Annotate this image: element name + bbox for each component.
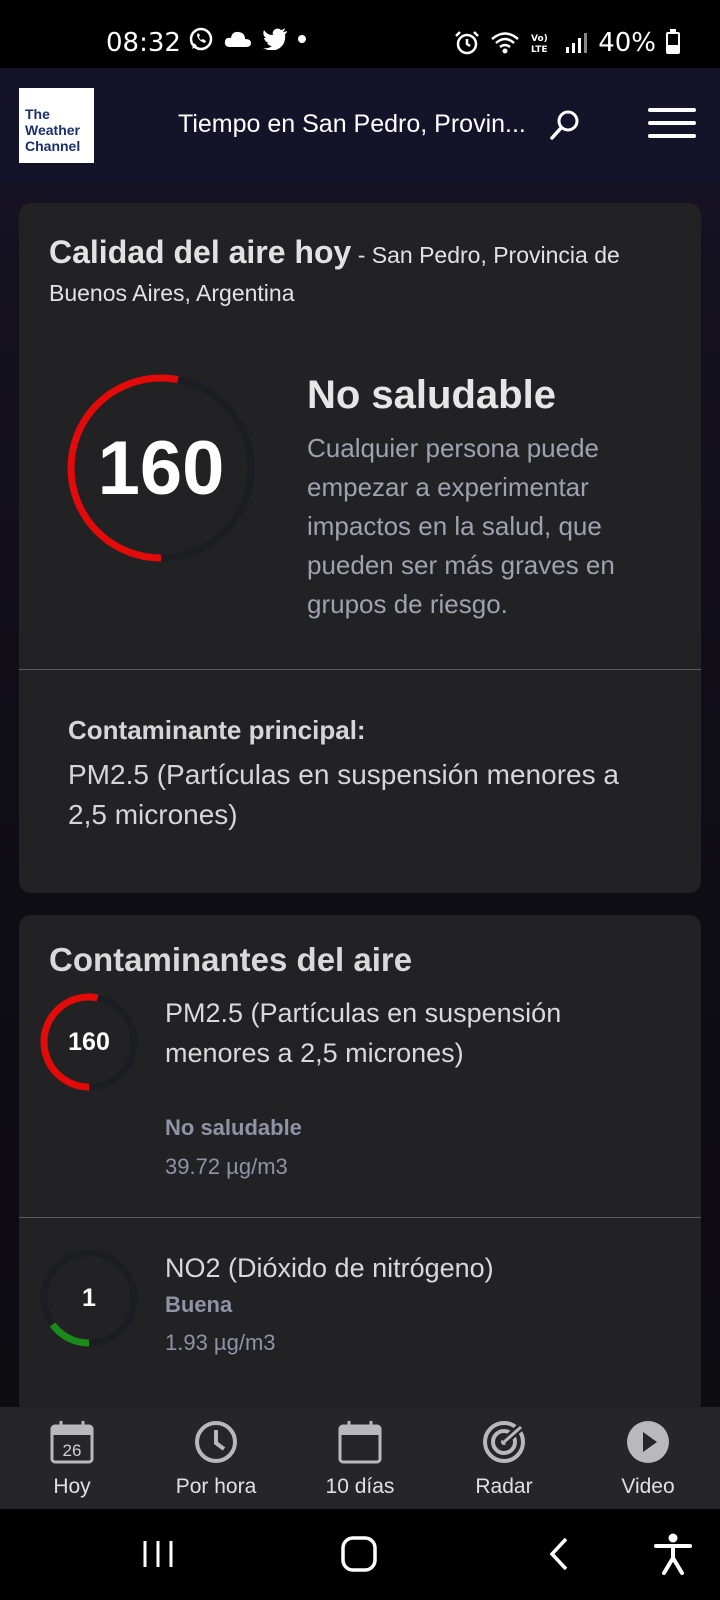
signal-icon <box>566 33 588 53</box>
pollutant-concentration: 1.93 µg/m3 <box>165 1330 276 1355</box>
notification-dot-icon <box>298 35 306 43</box>
recents-icon[interactable] <box>133 1529 183 1579</box>
alarm-icon <box>455 31 480 55</box>
aqi-value: 160 <box>97 425 225 511</box>
system-nav-bar <box>0 1509 720 1600</box>
back-icon[interactable] <box>535 1529 585 1579</box>
nav-video[interactable]: Video <box>588 1419 708 1499</box>
nav-radar-label: Radar <box>475 1475 533 1498</box>
wifi-icon <box>491 32 520 54</box>
air-quality-title: Calidad del aire hoy <box>49 234 352 270</box>
twitter-icon <box>263 28 287 50</box>
search-icon[interactable] <box>548 108 582 142</box>
principal-pollutant-label: Contaminante principal: <box>68 715 366 745</box>
principal-pollutant-value: PM2.5 (Partículas en suspensión menores … <box>68 759 619 830</box>
svg-text:Vo): Vo) <box>531 34 548 44</box>
pollutant-status: No saludable <box>165 1115 302 1140</box>
divider <box>19 1217 701 1218</box>
nav-today-label: Hoy <box>53 1475 91 1498</box>
nav-video-label: Video <box>621 1475 675 1498</box>
svg-text:LTE: LTE <box>531 45 548 55</box>
pollutant-name: NO2 (Dióxido de nitrógeno) <box>165 1253 494 1283</box>
pollutant-status: Buena <box>165 1292 233 1317</box>
volte-icon: Vo)LTE <box>531 34 548 55</box>
nav-hourly-label: Por hora <box>175 1475 257 1498</box>
play-icon <box>627 1421 669 1463</box>
status-time: 08:32 <box>106 28 181 58</box>
calendar-icon <box>338 1421 382 1464</box>
divider <box>19 669 701 670</box>
pollutant-name: PM2.5 (Partículas en suspensión menores … <box>165 998 562 1068</box>
nav-today[interactable]: 26 Hoy <box>12 1419 132 1499</box>
accessibility-icon[interactable] <box>648 1529 698 1579</box>
weather-channel-logo[interactable]: The Weather Channel <box>19 88 94 163</box>
aqi-status: No saludable <box>307 373 556 417</box>
app-header: The Weather Channel Tiempo en San Pedro,… <box>0 68 720 183</box>
nav-radar[interactable]: Radar <box>444 1419 564 1499</box>
pollutants-card: Contaminantes del aire 160 PM2.5 (Partíc… <box>19 915 701 1415</box>
clock-icon <box>195 1421 237 1463</box>
pollutants-title: Contaminantes del aire <box>49 941 413 978</box>
status-bar: 08:32 Vo) LTE 40% <box>0 0 720 68</box>
nav-10-days-label: 10 días <box>325 1475 395 1498</box>
aqi-description: Cualquier persona puede empezar a experi… <box>307 433 615 619</box>
hamburger-menu-icon[interactable] <box>648 108 696 142</box>
system-icons: Vo) LTE 40% <box>454 28 680 58</box>
pollutant-index: 160 <box>68 1027 110 1056</box>
pollutant-index: 1 <box>82 1283 96 1312</box>
cloud-icon <box>224 31 251 47</box>
pollutant-concentration: 39.72 µg/m3 <box>165 1154 288 1179</box>
radar-icon <box>483 1420 527 1463</box>
nav-hourly[interactable]: Por hora <box>156 1419 276 1499</box>
battery-icon <box>666 29 680 54</box>
calendar-today-icon: 26 <box>50 1421 94 1464</box>
calendar-day-number: 26 <box>63 1441 82 1460</box>
location-search-field[interactable]: Tiempo en San Pedro, Provin... <box>178 110 526 139</box>
air-quality-heading: Calidad del aire hoy - San Pedro, Provin… <box>49 233 669 312</box>
battery-percent: 40% <box>598 28 656 58</box>
notification-icons <box>188 26 306 52</box>
whatsapp-icon <box>189 27 213 51</box>
air-quality-card: Calidad del aire hoy - San Pedro, Provin… <box>19 203 701 893</box>
bottom-nav: 26 Hoy Por hora 10 días Radar Video <box>0 1407 720 1509</box>
home-icon[interactable] <box>334 1529 384 1579</box>
nav-10-days[interactable]: 10 días <box>300 1419 420 1499</box>
